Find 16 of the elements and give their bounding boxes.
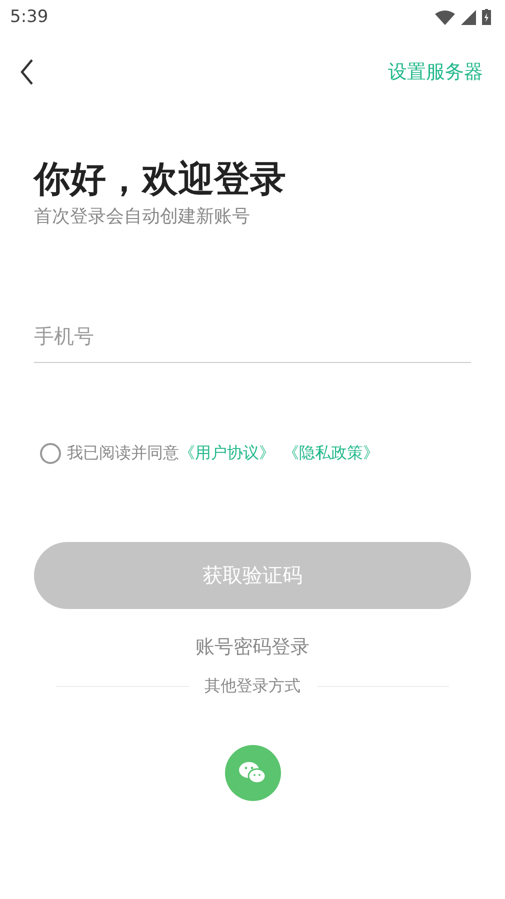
back-button[interactable] (20, 59, 34, 85)
phone-input-field[interactable]: 手机号 (34, 324, 471, 363)
status-time: 5:39 (10, 7, 48, 27)
agreement-text: 我已阅读并同意 (67, 443, 179, 464)
welcome-title: 你好，欢迎登录 (34, 158, 287, 202)
other-methods-label: 其他登录方式 (204, 676, 300, 697)
agreement-link[interactable]: 《用户协议》 (179, 443, 275, 464)
password-login-link[interactable]: 账号密码登录 (196, 634, 310, 660)
wifi-icon (435, 10, 455, 24)
signal-icon (461, 10, 476, 24)
agreement-link[interactable]: 《隐私政策》 (283, 443, 379, 464)
battery-icon (482, 9, 491, 25)
agreement-checkbox[interactable] (40, 443, 61, 464)
chat-bubbles-icon[interactable] (224, 745, 280, 801)
subtitle: 首次登录会自动创建新账号 (34, 205, 251, 228)
set-server-link[interactable]: 设置服务器 (388, 59, 483, 85)
